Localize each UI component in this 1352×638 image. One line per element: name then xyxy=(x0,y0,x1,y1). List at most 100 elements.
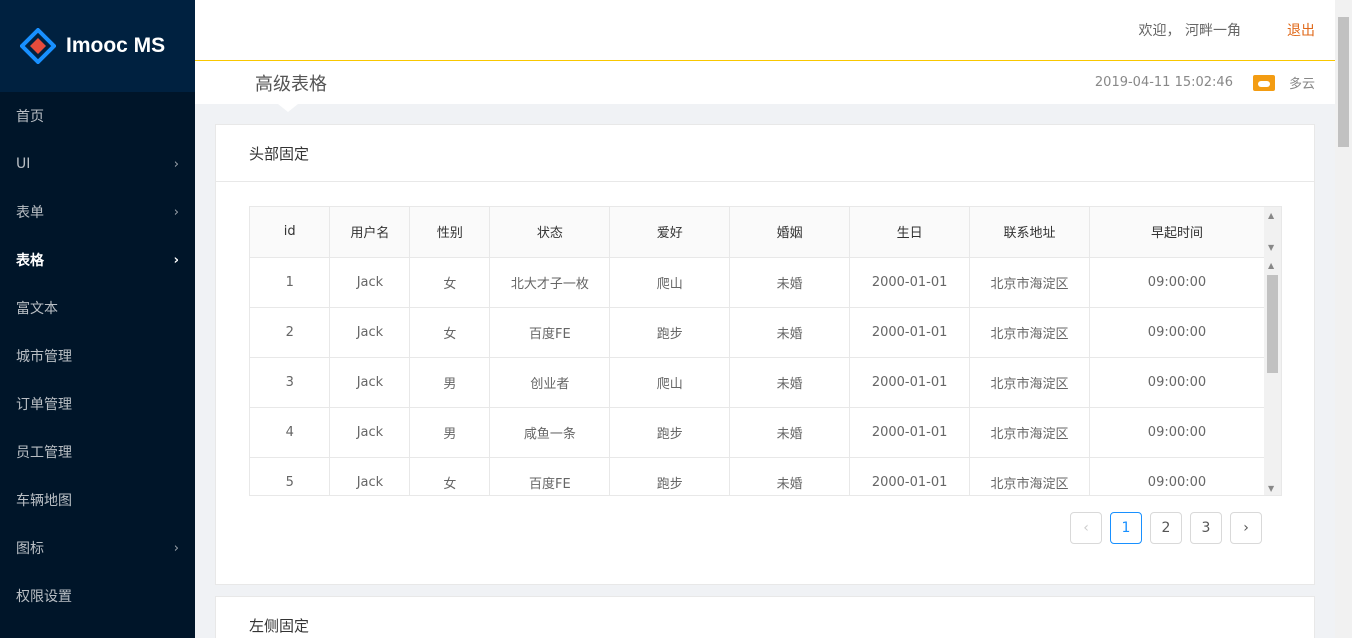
scroll-up-arrow-icon[interactable]: ▲ xyxy=(1268,261,1274,270)
logo-text: Imooc MS xyxy=(66,34,166,57)
sidebar-item[interactable]: 图标 › xyxy=(0,524,195,572)
table-cell: 北京市海淀区 xyxy=(969,357,1090,408)
table-cell: 爬山 xyxy=(609,257,731,308)
prev-page-button[interactable]: ‹ xyxy=(1070,512,1102,544)
table-cell: 未婚 xyxy=(729,257,851,308)
sidebar-item[interactable]: 表格 › xyxy=(0,236,195,284)
chevron-right-icon: › xyxy=(173,540,179,556)
table-cell: 3 xyxy=(250,357,331,408)
sidebar-item-label: 员工管理 xyxy=(16,445,72,461)
weather-text: 多云 xyxy=(1288,77,1315,92)
sidebar-item-label: 富文本 xyxy=(16,301,58,317)
table-cell: 北京市海淀区 xyxy=(969,457,1090,495)
table-cell: 09:00:00 xyxy=(1089,457,1266,495)
table-wrapper: id 用户名 性别 状态 爱好 婚姻 生日 联系地址 早起时间 1 Jack 女北大才子一枚 爬山 未婚… xyxy=(249,206,1282,496)
table-cell: Jack xyxy=(329,307,411,358)
sidebar-item[interactable]: 权限设置 xyxy=(0,572,195,620)
column-header: 状态 xyxy=(489,207,611,258)
page-scroll-thumb[interactable] xyxy=(1338,17,1349,147)
logo[interactable]: Imooc MS xyxy=(0,0,195,92)
card-title: 左侧固定 xyxy=(249,617,310,635)
table-cell: 2000-01-01 xyxy=(849,457,971,495)
table-cell: 女 xyxy=(409,257,491,308)
table-cell: 跑步 xyxy=(609,407,731,458)
logout-link[interactable]: 退出 xyxy=(1287,20,1315,40)
table-cell: 爬山 xyxy=(609,357,731,408)
table-cell: 09:00:00 xyxy=(1089,257,1266,308)
table-cell: 未婚 xyxy=(729,457,851,495)
sidebar-item[interactable]: 富文本 xyxy=(0,284,195,332)
scroll-up-arrow-icon[interactable]: ▲ xyxy=(1268,211,1274,220)
logo-icon xyxy=(20,28,56,64)
column-header: 性别 xyxy=(409,207,491,258)
table-row: 3 Jack 男创业者 爬山 未婚 2000-01-01 北京市海淀区 09:00:00 xyxy=(250,357,1266,408)
table-row: 5 Jack 女百度FE 跑步 未婚 2000-01-01 北京市海淀区 09:00:00 xyxy=(250,457,1266,495)
table-cell: 百度FE xyxy=(489,457,611,495)
column-header: id xyxy=(250,207,331,258)
table-cell: 北京市海淀区 xyxy=(969,407,1090,458)
sidebar-item-label: 表单 xyxy=(16,205,44,221)
sidebar-item-label: 车辆地图 xyxy=(16,493,72,509)
sidebar-item[interactable]: 首页 xyxy=(0,92,195,140)
column-header: 爱好 xyxy=(609,207,731,258)
page-1-button[interactable]: 1 xyxy=(1110,512,1142,544)
sidebar-item-label: UI xyxy=(16,156,31,172)
table-cell: 1 xyxy=(250,257,331,308)
sidebar-item[interactable]: 订单管理 xyxy=(0,380,195,428)
table-scrollbar[interactable]: ▲ ▼ ▲ ▼ xyxy=(1264,207,1281,495)
sidebar-item[interactable]: 表单 › xyxy=(0,188,195,236)
column-header: 生日 xyxy=(849,207,971,258)
scroll-thumb[interactable] xyxy=(1267,275,1278,373)
page-scrollbar[interactable] xyxy=(1335,0,1352,638)
sidebar-menu: 首页 UI › 表单 › 表格 › 富文本 城市管理 订单管理 员工管理 车辆地图 图标 › 权限设置 xyxy=(0,92,195,620)
breadcrumb-bar: 高级表格 2019-04-11 15:02:46 多云 xyxy=(195,61,1335,112)
table-cell: 北京市海淀区 xyxy=(969,257,1090,308)
datetime: 2019-04-11 15:02:46 xyxy=(1094,75,1233,90)
table-header-row: id 用户名 性别 状态 爱好 婚姻 生日 联系地址 早起时间 xyxy=(250,207,1266,258)
cloud-sun-icon xyxy=(1252,74,1275,91)
next-page-button[interactable]: › xyxy=(1230,512,1262,544)
table-cell: 百度FE xyxy=(489,307,611,358)
table-cell: 未婚 xyxy=(729,307,851,358)
header-info: 2019-04-11 15:02:46 多云 xyxy=(1095,73,1315,92)
table-body: 1 Jack 女北大才子一枚 爬山 未婚 2000-01-01 北京市海淀区 09:00:00… xyxy=(250,257,1266,495)
table-cell: 09:00:00 xyxy=(1089,407,1266,458)
sidebar-item-label: 订单管理 xyxy=(16,397,72,413)
table-cell: 创业者 xyxy=(489,357,611,408)
chevron-right-icon: › xyxy=(173,204,179,220)
chevron-right-icon: › xyxy=(173,252,179,268)
sidebar-item-label: 权限设置 xyxy=(16,589,72,605)
page-2-button[interactable]: 2 xyxy=(1150,512,1182,544)
page-title: 高级表格 xyxy=(255,73,327,95)
page-3-button[interactable]: 3 xyxy=(1190,512,1222,544)
sidebar-item-label: 表格 xyxy=(16,253,44,269)
table-row: 4 Jack 男咸鱼一条 跑步 未婚 2000-01-01 北京市海淀区 09:00:00 xyxy=(250,407,1266,458)
table-cell: Jack xyxy=(329,407,411,458)
sidebar-item[interactable]: 城市管理 xyxy=(0,332,195,380)
column-header: 用户名 xyxy=(329,207,411,258)
sidebar-item-label: 首页 xyxy=(16,109,44,125)
column-header: 婚姻 xyxy=(729,207,851,258)
table-cell: 北大才子一枚 xyxy=(489,257,611,308)
table-cell: 男 xyxy=(409,407,491,458)
sidebar-item[interactable]: 车辆地图 xyxy=(0,476,195,524)
data-table: id 用户名 性别 状态 爱好 婚姻 生日 联系地址 早起时间 1 Jack 女北大才子一枚 爬山 未婚… xyxy=(250,207,1266,495)
table-cell: 5 xyxy=(250,457,331,495)
scroll-down-arrow-icon[interactable]: ▼ xyxy=(1268,243,1274,252)
card-title: 头部固定 xyxy=(216,125,1314,182)
table-cell: 女 xyxy=(409,457,491,495)
table-cell: 09:00:00 xyxy=(1089,357,1266,408)
welcome-text: 欢迎， 河畔一角 xyxy=(1138,23,1241,39)
fixed-header-card: 头部固定 id 用户名 性别 状态 爱好 婚姻 生日 联系地址 早起时间 1 Jack 女北大才子一… xyxy=(215,124,1315,585)
title-pointer xyxy=(278,104,298,112)
sidebar-item[interactable]: 员工管理 xyxy=(0,428,195,476)
table-cell: Jack xyxy=(329,457,411,495)
scroll-down-arrow-icon[interactable]: ▼ xyxy=(1268,484,1274,493)
sidebar-item[interactable]: UI › xyxy=(0,140,195,188)
table-cell: 2 xyxy=(250,307,331,358)
column-header: 联系地址 xyxy=(969,207,1090,258)
table-cell: 男 xyxy=(409,357,491,408)
table-cell: 跑步 xyxy=(609,307,731,358)
table-cell: 4 xyxy=(250,407,331,458)
header-top: 欢迎， 河畔一角 退出 xyxy=(195,0,1335,61)
